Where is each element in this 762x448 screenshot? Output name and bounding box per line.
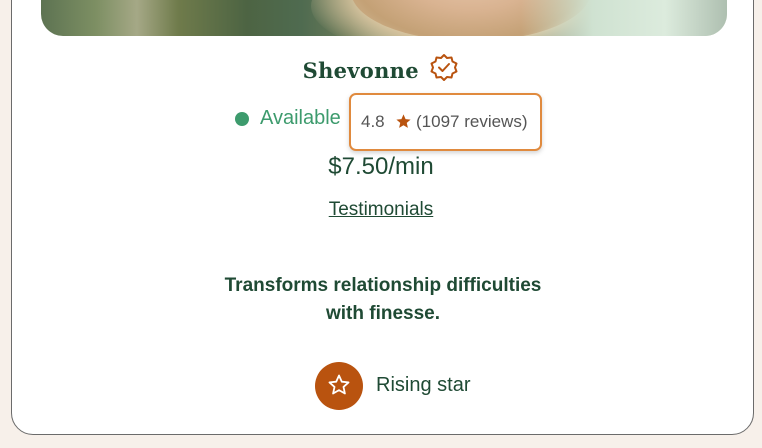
tagline-line-2: with finesse. [325,303,441,324]
star-outline-icon [328,374,350,395]
badge-circle [315,362,363,410]
photo-shirt [521,0,727,36]
badge-label: Rising star [376,374,471,396]
tagline-line-1: Transforms relationship difficulties [224,275,542,296]
availability-status: Available [260,107,341,129]
testimonials-row: Testimonials [0,199,762,221]
testimonials-link[interactable]: Testimonials [329,199,434,220]
rating-highlight[interactable]: 4.8 (1097 reviews) [349,93,542,151]
verified-badge-icon [429,53,459,83]
rating-value: 4.8 [361,112,385,131]
price-per-minute: $7.50/min [328,153,434,180]
advisor-tagline: Transforms relationship difficulties wit… [0,272,762,328]
status-row: Available 4.8 (1097 reviews) [0,93,762,151]
availability-dot-icon [235,112,249,126]
review-count: (1097 reviews) [416,112,528,131]
advisor-name: Shevonne [302,58,419,83]
name-row: Shevonne [0,53,762,90]
star-icon [395,113,412,130]
advisor-photo[interactable] [41,0,727,36]
